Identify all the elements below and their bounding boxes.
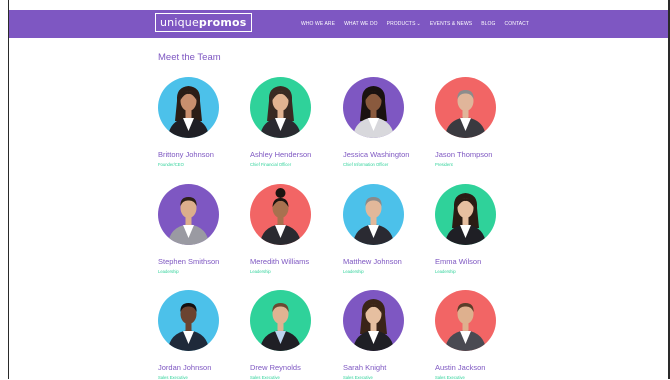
team-member-role: Chief Financial Officer xyxy=(250,162,292,167)
team-member-role: Leadership xyxy=(435,269,456,274)
team-member-name[interactable]: Ashley Henderson xyxy=(250,150,311,159)
person-male-icon xyxy=(343,184,404,245)
team-member-photo[interactable] xyxy=(158,290,219,351)
team-member-photo[interactable] xyxy=(250,77,311,138)
person-female-icon xyxy=(250,184,311,245)
main-navigation: WHO WE ARE WHAT WE DO PRODUCTS⌄ EVENTS &… xyxy=(301,10,538,38)
team-member-photo[interactable] xyxy=(343,77,404,138)
window-left-edge xyxy=(0,0,9,379)
site-header: uniquepromos WHO WE ARE WHAT WE DO PRODU… xyxy=(9,10,668,38)
team-member-name[interactable]: Jordan Johnson xyxy=(158,363,211,372)
team-member-photo[interactable] xyxy=(435,290,496,351)
nav-who-we-are[interactable]: WHO WE ARE xyxy=(301,21,335,27)
nav-contact[interactable]: CONTACT xyxy=(505,21,530,27)
person-female-icon xyxy=(435,184,496,245)
team-member-role: Founder/CEO xyxy=(158,162,184,167)
team-member-role: Sales Executive xyxy=(158,375,188,380)
team-member-name[interactable]: Stephen Smithson xyxy=(158,257,219,266)
person-female-icon xyxy=(343,290,404,351)
person-female-icon xyxy=(343,77,404,138)
team-member-role: Sales Executive xyxy=(343,375,373,380)
team-member-role: Leadership xyxy=(158,269,179,274)
team-member-role: Chief Information Officer xyxy=(343,162,389,167)
person-male-icon xyxy=(435,290,496,351)
team-member-role: Sales Executive xyxy=(250,375,280,380)
team-member-photo[interactable] xyxy=(343,290,404,351)
window-top-edge xyxy=(0,0,670,10)
logo-text-promos: promos xyxy=(198,16,247,29)
team-member-photo[interactable] xyxy=(435,77,496,138)
person-male-icon xyxy=(435,77,496,138)
team-member-name[interactable]: Jessica Washington xyxy=(343,150,409,159)
team-member-name[interactable]: Emma Wilson xyxy=(435,257,481,266)
team-member-card[interactable]: Jason Thompson President xyxy=(435,77,545,167)
site-logo[interactable]: uniquepromos xyxy=(155,13,252,32)
team-member-card[interactable]: Emma Wilson Leadership xyxy=(435,184,545,274)
team-member-name[interactable]: Brittony Johnson xyxy=(158,150,214,159)
person-male-icon xyxy=(250,290,311,351)
team-member-photo[interactable] xyxy=(158,184,219,245)
team-member-name[interactable]: Sarah Knight xyxy=(343,363,386,372)
team-member-photo[interactable] xyxy=(158,77,219,138)
nav-products[interactable]: PRODUCTS⌄ xyxy=(387,21,421,27)
team-member-photo[interactable] xyxy=(250,184,311,245)
nav-blog[interactable]: BLOG xyxy=(481,21,495,27)
team-member-photo[interactable] xyxy=(435,184,496,245)
person-male-icon xyxy=(158,290,219,351)
team-member-name[interactable]: Jason Thompson xyxy=(435,150,492,159)
team-member-photo[interactable] xyxy=(343,184,404,245)
team-member-name[interactable]: Matthew Johnson xyxy=(343,257,402,266)
team-member-role: Leadership xyxy=(250,269,271,274)
logo-text-unique: unique xyxy=(160,16,199,29)
person-female-icon xyxy=(250,77,311,138)
team-member-role: President xyxy=(435,162,453,167)
team-member-role: Leadership xyxy=(343,269,364,274)
team-member-name[interactable]: Drew Reynolds xyxy=(250,363,301,372)
team-member-photo[interactable] xyxy=(250,290,311,351)
section-title: Meet the Team xyxy=(158,52,221,63)
team-member-name[interactable]: Meredith Williams xyxy=(250,257,309,266)
team-member-name[interactable]: Austin Jackson xyxy=(435,363,485,372)
person-male-icon xyxy=(158,184,219,245)
nav-products-label: PRODUCTS xyxy=(386,21,416,27)
team-member-card[interactable]: Austin Jackson Sales Executive xyxy=(435,290,545,380)
team-member-role: Sales Executive xyxy=(435,375,465,380)
nav-what-we-do[interactable]: WHAT WE DO xyxy=(344,21,378,27)
nav-events-news[interactable]: EVENTS & NEWS xyxy=(430,21,472,27)
chevron-down-icon: ⌄ xyxy=(416,21,421,27)
person-female-icon xyxy=(158,77,219,138)
